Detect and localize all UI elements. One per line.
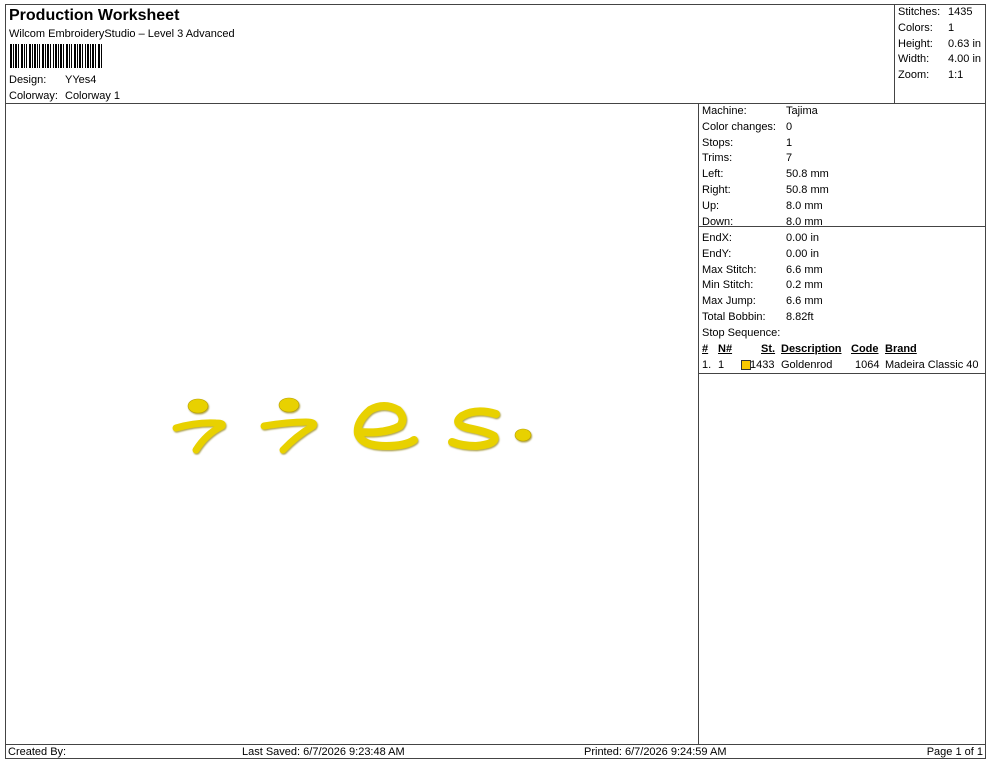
trims-row: Trims: 7 <box>702 152 792 164</box>
max-stitch-label: Max Stitch: <box>702 264 757 276</box>
height-label: Height: <box>898 38 933 50</box>
width-row: Width: 4.00 in <box>898 53 981 65</box>
letter-s <box>448 407 500 450</box>
colors-value: 1 <box>948 22 955 34</box>
stops-row: Stops: 1 <box>702 137 792 149</box>
stitches-row: Stitches: 1435 <box>898 6 972 18</box>
divider <box>699 373 985 374</box>
max-jump-value: 6.6 mm <box>786 295 823 307</box>
design-row: Design: YYes4 <box>9 74 96 86</box>
height-value: 0.63 in <box>948 38 982 50</box>
endy-value: 0.00 in <box>786 248 820 260</box>
col-header-n: N# <box>718 343 733 355</box>
zoom-label: Zoom: <box>898 69 930 81</box>
left-value: 50.8 mm <box>786 168 829 180</box>
trims-label: Trims: <box>702 152 733 164</box>
summary-panel: Stitches: 1435 Colors: 1 Height: 0.63 in Wi… <box>895 5 985 104</box>
left-row: Left: 50.8 mm <box>702 168 829 180</box>
max-jump-row: Max Jump: 6.6 mm <box>702 295 823 307</box>
stop-sequence-label: Stop Sequence: <box>702 327 781 339</box>
endy-label: EndY: <box>702 248 732 260</box>
zoom-value: 1:1 <box>948 69 964 81</box>
stitches-label: Stitches: <box>898 6 941 18</box>
software-subtitle: Wilcom EmbroideryStudio – Level 3 Advanc… <box>9 28 235 40</box>
left-label: Left: <box>702 168 724 180</box>
color-changes-row: Color changes: 0 <box>702 121 792 133</box>
stops-label: Stops: <box>702 137 734 149</box>
colors-label: Colors: <box>898 22 933 34</box>
period-dot <box>514 428 532 442</box>
machine-row: Machine: Tajima <box>702 105 818 117</box>
zoom-row: Zoom: 1:1 <box>898 69 963 81</box>
trims-value: 7 <box>786 152 793 164</box>
header-panel: Production Worksheet Wilcom EmbroiderySt… <box>6 5 895 104</box>
min-stitch-value: 0.2 mm <box>786 279 823 291</box>
divider <box>699 226 985 227</box>
worksheet-frame: Production Worksheet Wilcom EmbroiderySt… <box>5 4 986 759</box>
total-bobbin-label: Total Bobbin: <box>702 311 766 323</box>
width-label: Width: <box>898 53 930 65</box>
max-jump-label: Max Jump: <box>702 295 756 307</box>
total-bobbin-row: Total Bobbin: 8.82ft <box>702 311 814 323</box>
right-value: 50.8 mm <box>786 184 829 196</box>
design-preview <box>6 104 699 744</box>
endx-label: EndX: <box>702 232 732 244</box>
right-label: Right: <box>702 184 731 196</box>
max-stitch-row: Max Stitch: 6.6 mm <box>702 264 823 276</box>
endx-row: EndX: 0.00 in <box>702 232 819 244</box>
last-saved: Last Saved: 6/7/2026 9:23:48 AM <box>242 746 405 758</box>
min-stitch-row: Min Stitch: 0.2 mm <box>702 279 823 291</box>
colorway-label: Colorway: <box>9 90 58 102</box>
up-value: 8.0 mm <box>786 200 823 212</box>
colorway-row: Colorway: Colorway 1 <box>9 90 120 102</box>
width-value: 4.00 in <box>948 53 982 65</box>
col-header-st: St. <box>761 343 776 355</box>
machine-value: Tajima <box>786 105 818 117</box>
col-header-brand: Brand <box>885 343 917 355</box>
barcode-image <box>10 44 102 68</box>
footer: Created By: Last Saved: 6/7/2026 9:23:48… <box>6 744 985 758</box>
letter-e <box>353 402 418 450</box>
letter-y-2 <box>260 397 318 454</box>
max-stitch-value: 6.6 mm <box>786 264 823 276</box>
seq-num: 1. <box>702 359 712 371</box>
colors-row: Colors: 1 <box>898 22 954 34</box>
total-bobbin-value: 8.82ft <box>786 311 814 323</box>
page-number: Page 1 of 1 <box>926 746 983 758</box>
stops-value: 1 <box>786 137 793 149</box>
embroidery-design <box>172 397 532 454</box>
right-row: Right: 50.8 mm <box>702 184 829 196</box>
page-title: Production Worksheet <box>9 7 180 24</box>
seq-brand: Madeira Classic 40 <box>885 359 979 371</box>
seq-stitches: 1433 <box>750 359 775 371</box>
min-stitch-label: Min Stitch: <box>702 279 754 291</box>
design-value: YYes4 <box>65 74 97 86</box>
seq-code: 1064 <box>855 359 880 371</box>
height-row: Height: 0.63 in <box>898 38 981 50</box>
stitches-value: 1435 <box>948 6 973 18</box>
col-header-num: # <box>702 343 709 355</box>
col-header-description: Description <box>781 343 842 355</box>
seq-description: Goldenrod <box>781 359 833 371</box>
up-label: Up: <box>702 200 720 212</box>
design-label: Design: <box>9 74 47 86</box>
letter-y-1 <box>172 398 226 454</box>
color-changes-value: 0 <box>786 121 793 133</box>
up-row: Up: 8.0 mm <box>702 200 823 212</box>
created-by: Created By: <box>8 746 67 758</box>
color-changes-label: Color changes: <box>702 121 776 133</box>
endx-value: 0.00 in <box>786 232 820 244</box>
colorway-value: Colorway 1 <box>65 90 121 102</box>
seq-n: 1 <box>718 359 725 371</box>
printed-date: Printed: 6/7/2026 9:24:59 AM <box>584 746 727 758</box>
endy-row: EndY: 0.00 in <box>702 248 819 260</box>
machine-label: Machine: <box>702 105 747 117</box>
col-header-code: Code <box>851 343 879 355</box>
